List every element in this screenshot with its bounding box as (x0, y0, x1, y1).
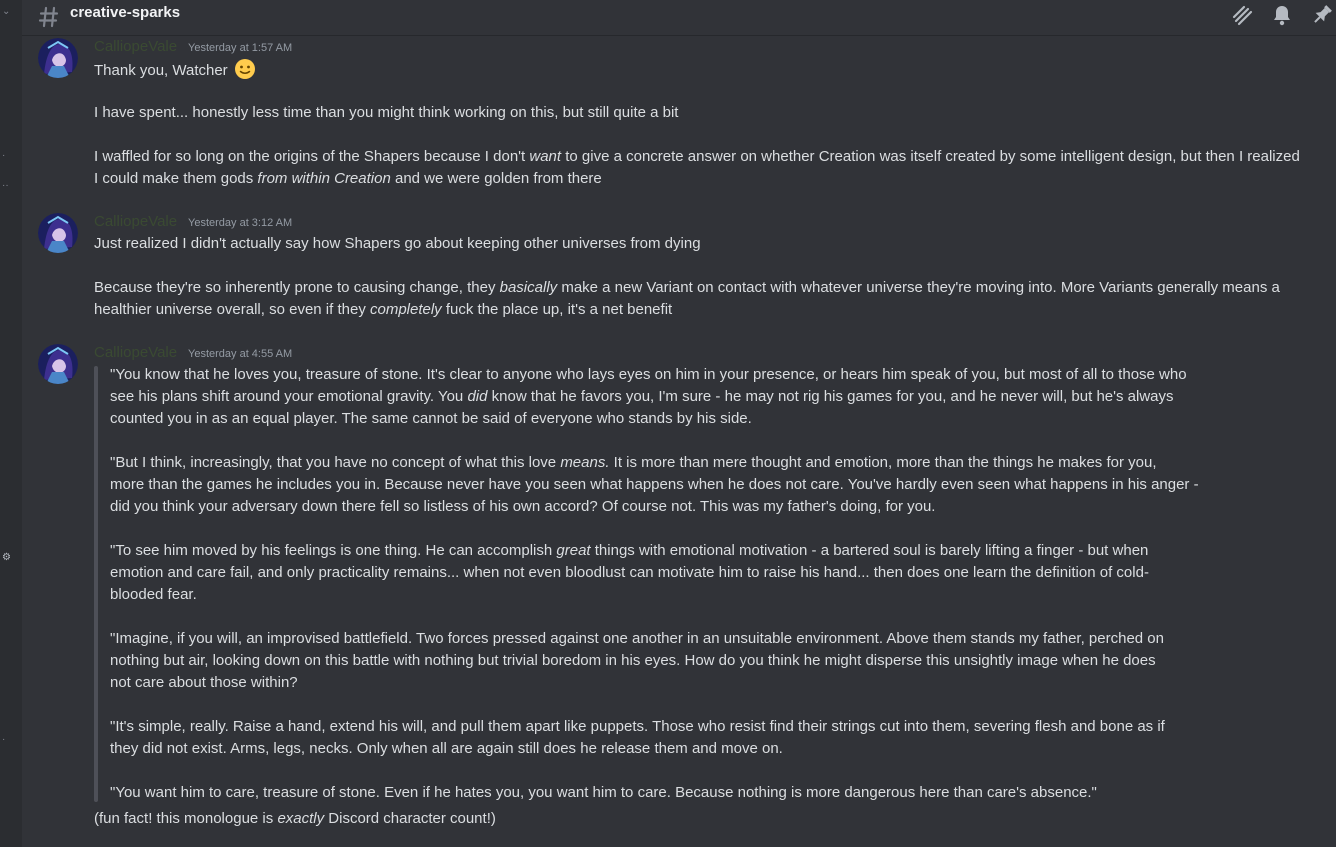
message-line: Just realized I didn't actually say how … (94, 235, 701, 252)
channel-marker-icon: · (2, 150, 6, 161)
message-line: (fun fact! this monologue is exactly Dis… (94, 810, 496, 827)
message-list: CalliopeVale Yesterday at 1:57 AM Thank … (22, 36, 1336, 847)
chevron-down-icon[interactable]: ⌄ (2, 6, 10, 17)
quote-line: "To see him moved by his feelings is one… (110, 542, 1149, 559)
message-line: Because they're so inherently prone to c… (94, 279, 1280, 296)
channel-name: creative-sparks (70, 4, 181, 21)
quote-line: counted you in as an equal player. The s… (110, 410, 752, 427)
avatar[interactable] (38, 344, 78, 384)
message-line: Thank you, Watcher (94, 58, 256, 87)
message-line: I have spent... honestly less time than … (94, 104, 679, 121)
avatar[interactable] (38, 213, 78, 253)
server-sidebar-edge: ⌄ · ·· ⚙ · (0, 0, 22, 847)
avatar[interactable] (38, 38, 78, 78)
quote-line: not care about those within? (110, 674, 298, 691)
channel-marker-icon: ·· (2, 180, 9, 191)
quote-line: "You know that he loves you, treasure of… (110, 366, 1187, 383)
author-name[interactable]: CalliopeVale (94, 213, 177, 230)
quote-line: "Imagine, if you will, an improvised bat… (110, 630, 1164, 647)
timestamp: Yesterday at 3:12 AM (188, 217, 293, 229)
quote-line: blooded fear. (110, 586, 197, 603)
timestamp: Yesterday at 1:57 AM (188, 42, 293, 54)
quote-line: they did not exist. Arms, legs, necks. O… (110, 740, 783, 757)
pin-icon[interactable] (1310, 3, 1334, 32)
slightly-smiling-face-icon (234, 58, 256, 87)
gear-icon[interactable]: ⚙ (2, 552, 11, 563)
quote-line: did you think your adversary down there … (110, 498, 936, 515)
message-line: I could make them gods from within Creat… (94, 170, 602, 187)
quote-line: more than the games he includes you in. … (110, 476, 1199, 493)
hash-icon (38, 5, 60, 34)
channel-header: creative-sparks (22, 0, 1336, 36)
quote-line: "It's simple, really. Raise a hand, exte… (110, 718, 1165, 735)
message-line: healthier universe overall, so even if t… (94, 301, 673, 318)
timestamp: Yesterday at 4:55 AM (188, 348, 293, 360)
author-name[interactable]: CalliopeVale (94, 344, 177, 361)
channel-marker-icon: · (2, 734, 6, 745)
message-line: I waffled for so long on the origins of … (94, 148, 1300, 165)
blockquote-bar (94, 366, 98, 802)
author-name[interactable]: CalliopeVale (94, 38, 177, 55)
quote-line: "But I think, increasingly, that you hav… (110, 454, 1157, 471)
quote-line: nothing but air, looking down on this ba… (110, 652, 1156, 669)
bell-icon[interactable] (1270, 3, 1294, 32)
quote-line: see his plans shift around your emotiona… (110, 388, 1174, 405)
quote-line: "You want him to care, treasure of stone… (110, 784, 1097, 801)
threads-icon[interactable] (1230, 3, 1254, 32)
quote-line: emotion and care fail, and only practica… (110, 564, 1149, 581)
